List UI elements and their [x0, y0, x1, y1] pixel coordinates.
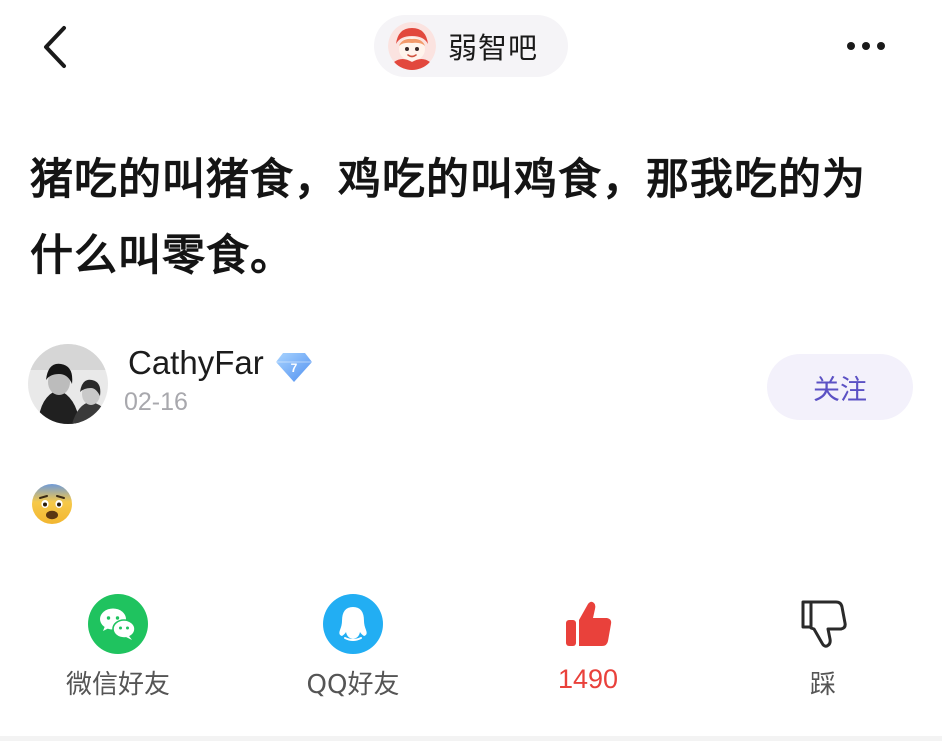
fearful-face-emoji	[31, 483, 73, 525]
dislike-button[interactable]: 踩	[758, 594, 888, 704]
post-date: 02-16	[124, 388, 188, 416]
forum-avatar	[388, 22, 436, 70]
back-button[interactable]	[30, 22, 80, 72]
wechat-icon	[88, 594, 148, 654]
thumbs-down-icon	[793, 594, 853, 654]
like-button[interactable]: 1490	[523, 594, 653, 704]
qq-icon	[323, 594, 383, 654]
like-count: 1490	[557, 664, 619, 694]
level-badge: 7	[275, 350, 313, 384]
share-wechat-button[interactable]: 微信好友	[53, 594, 183, 704]
dislike-label: 踩	[809, 670, 836, 700]
follow-button[interactable]: 关注	[767, 354, 913, 420]
more-options-button[interactable]	[836, 24, 896, 68]
share-qq-button[interactable]: QQ好友	[288, 594, 418, 704]
forum-link[interactable]: 弱智吧	[374, 15, 568, 77]
chevron-left-icon	[44, 26, 66, 68]
forum-name: 弱智吧	[448, 31, 539, 65]
top-bar: 弱智吧	[0, 0, 942, 100]
divider	[0, 736, 942, 741]
diamond-badge-icon: 7	[276, 353, 312, 382]
share-qq-label: QQ好友	[306, 670, 400, 700]
level-number: 7	[291, 361, 298, 375]
more-dot-icon	[847, 42, 855, 50]
author-name[interactable]: CathyFar	[128, 344, 264, 382]
thumbs-up-icon	[558, 594, 618, 654]
share-wechat-label: 微信好友	[65, 670, 170, 700]
post-title: 猪吃的叫猪食，鸡吃的叫鸡食，那我吃的为什么叫零食。	[30, 155, 866, 281]
author-avatar[interactable]	[28, 344, 108, 424]
more-dot-icon	[862, 42, 870, 50]
more-dot-icon	[877, 42, 885, 50]
